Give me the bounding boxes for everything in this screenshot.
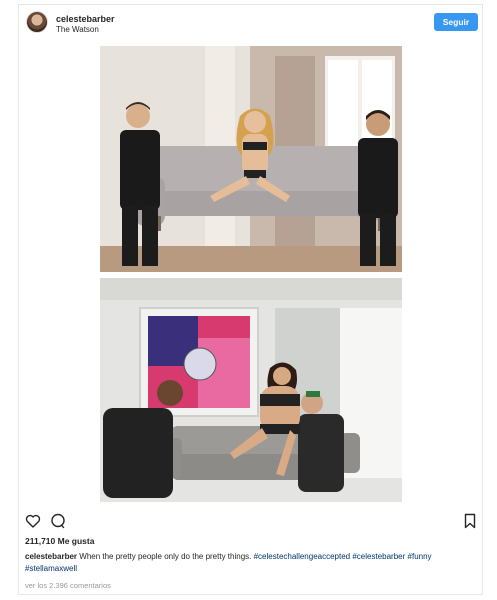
caption-text: When the pretty people only do the prett… bbox=[79, 552, 252, 561]
caption-username[interactable]: celestebarber bbox=[25, 552, 77, 561]
post-photo-bottom[interactable] bbox=[100, 278, 402, 502]
hashtag-link[interactable]: #celestechallengeaccepted bbox=[254, 552, 351, 561]
comment-bubble-icon[interactable] bbox=[50, 513, 66, 529]
likes-count[interactable]: 211,710 Me gusta bbox=[25, 536, 94, 546]
hashtag-link[interactable]: #stellamaxwell bbox=[25, 564, 77, 573]
view-comments-link[interactable]: ver los 2.396 comentarios bbox=[25, 581, 111, 590]
post-username[interactable]: celestebarber bbox=[56, 14, 115, 24]
avatar[interactable] bbox=[26, 11, 48, 33]
bookmark-icon[interactable] bbox=[462, 513, 478, 529]
heart-icon[interactable] bbox=[25, 513, 41, 529]
post-actions bbox=[19, 513, 482, 529]
post-photo-top[interactable] bbox=[100, 46, 402, 272]
post-header: celestebarber The Watson Seguir bbox=[19, 5, 482, 41]
hashtag-link[interactable]: #funny bbox=[408, 552, 432, 561]
post-location[interactable]: The Watson bbox=[56, 25, 99, 34]
hashtag-link[interactable]: #celestebarber bbox=[352, 552, 405, 561]
post-caption: celestebarber When the pretty people onl… bbox=[25, 551, 475, 575]
follow-button[interactable]: Seguir bbox=[434, 13, 478, 31]
instagram-post-card: celestebarber The Watson Seguir 211,710 … bbox=[18, 4, 483, 595]
